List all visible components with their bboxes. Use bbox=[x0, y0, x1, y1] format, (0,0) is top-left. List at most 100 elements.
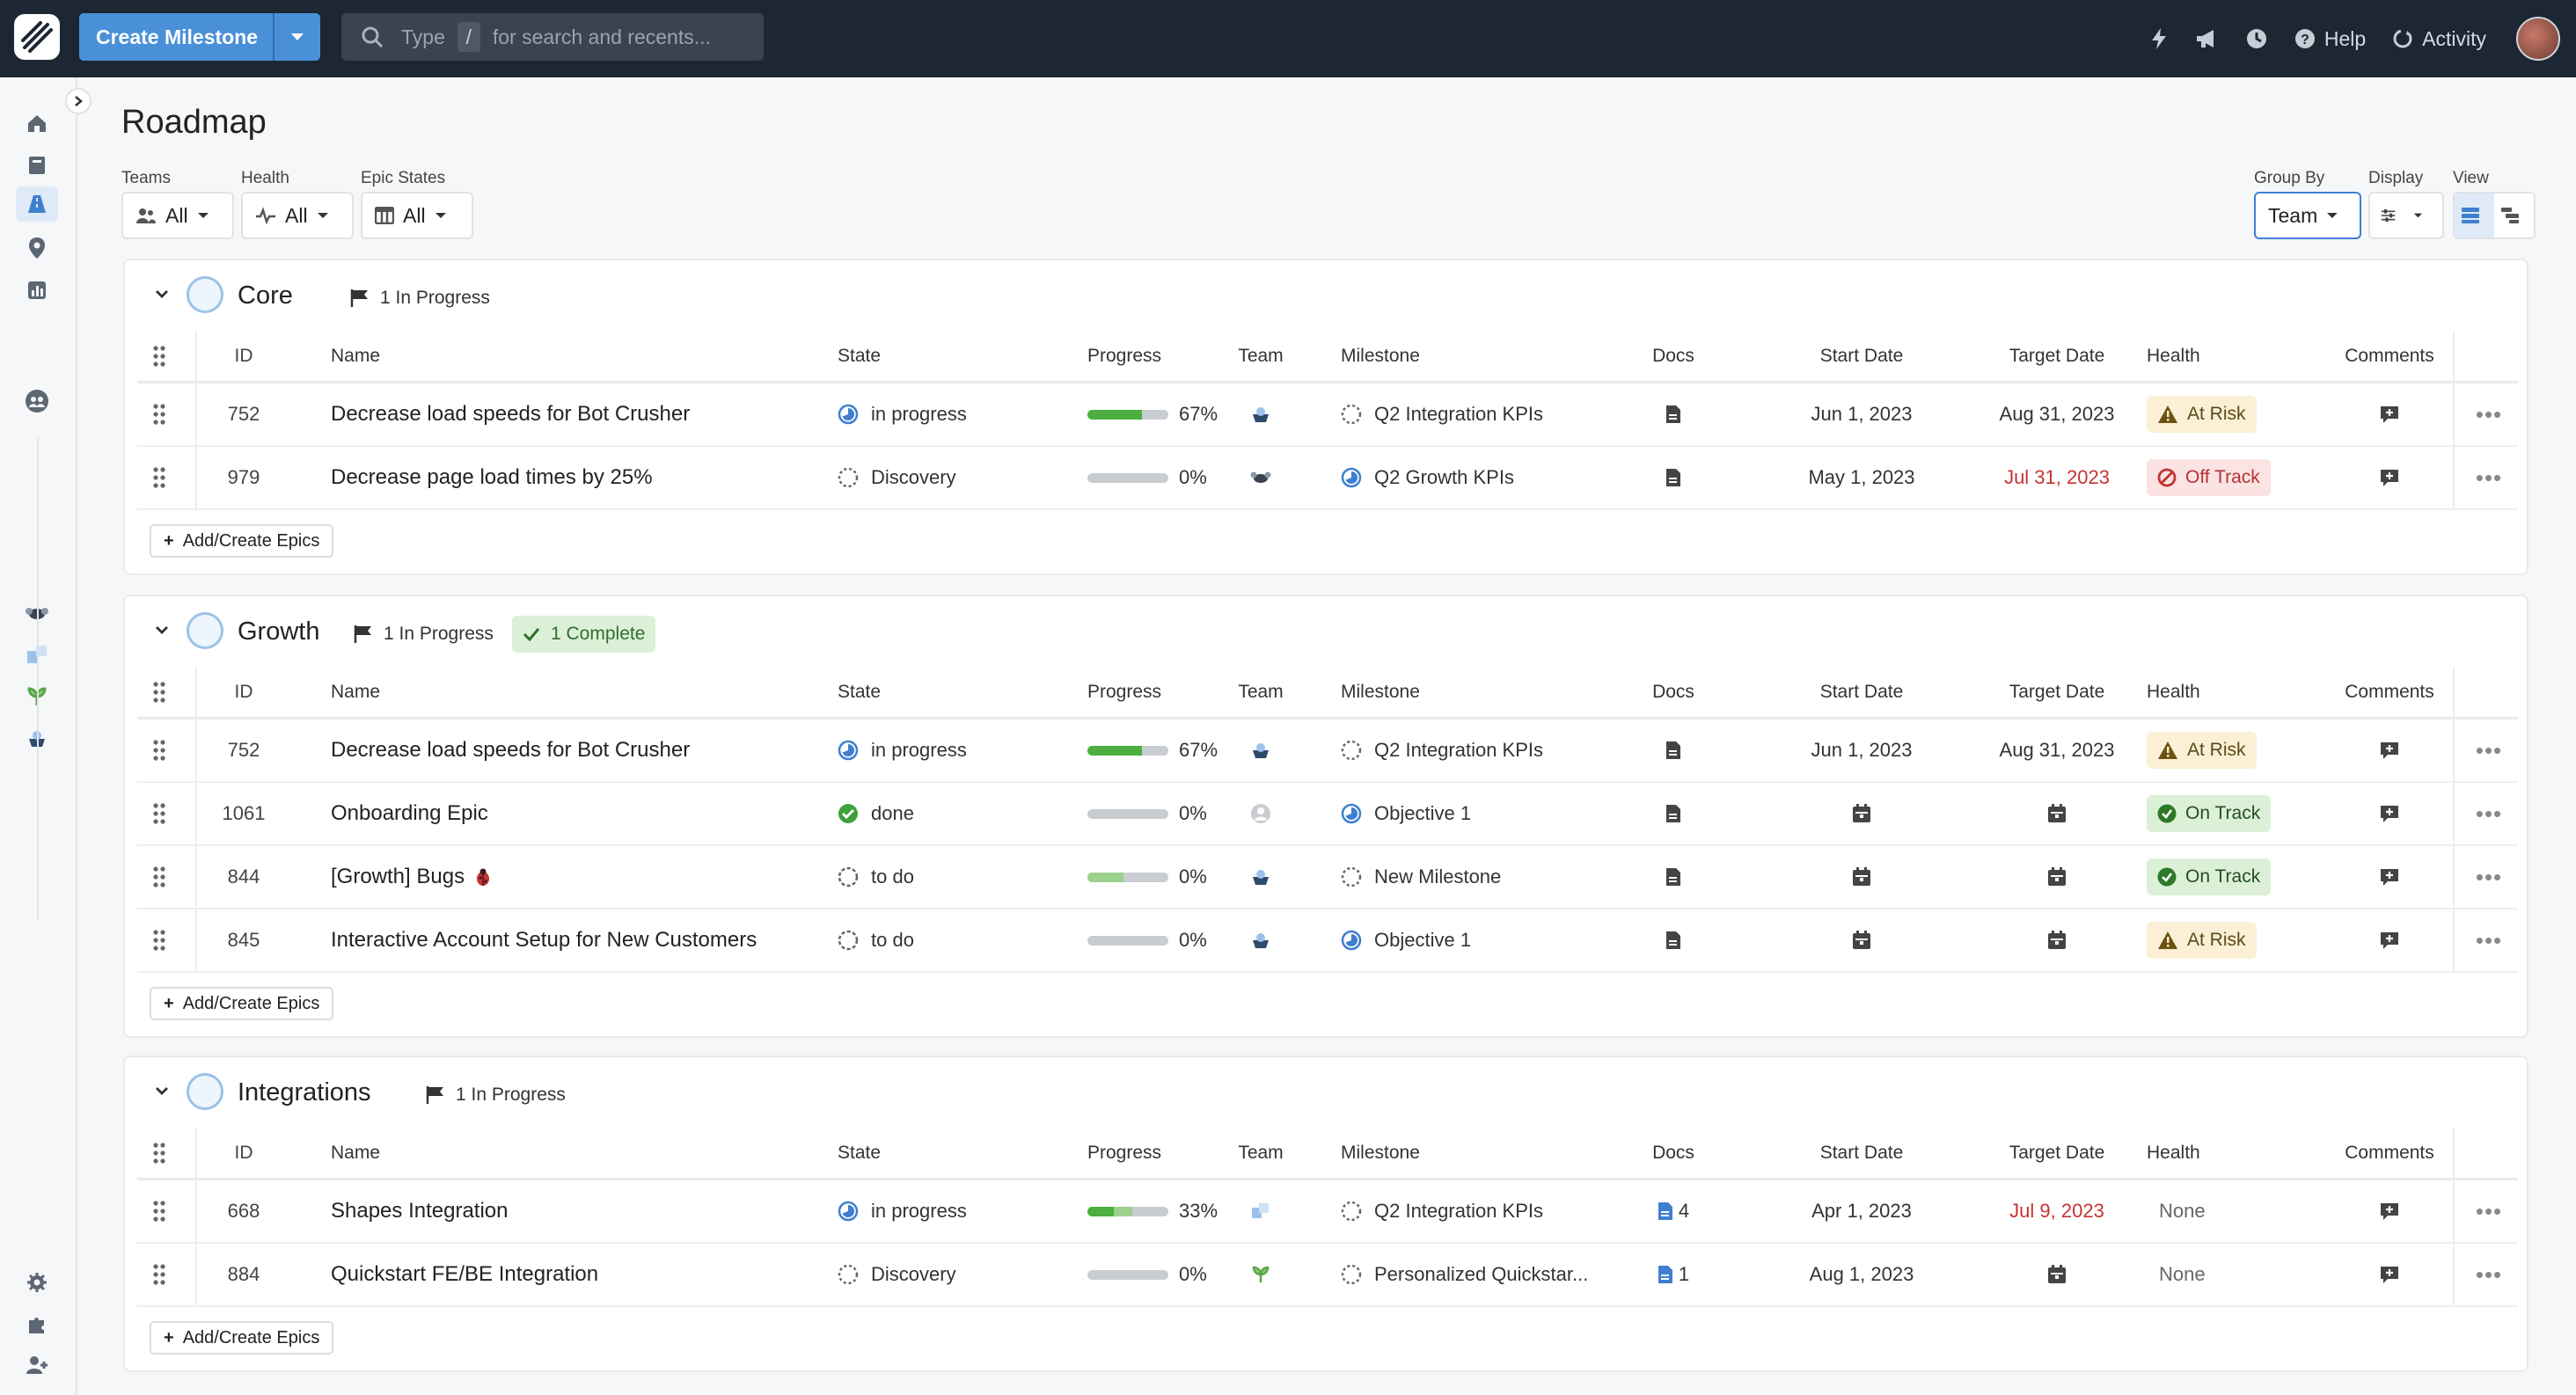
epic-id[interactable]: 845 bbox=[195, 909, 292, 971]
milestone-link[interactable]: Objective 1 bbox=[1341, 909, 1605, 971]
teams-filter-dropdown[interactable]: All bbox=[121, 192, 234, 239]
col-state[interactable]: State bbox=[838, 667, 1057, 717]
collapse-chevron-icon[interactable] bbox=[155, 623, 169, 639]
epic-id[interactable]: 1061 bbox=[195, 783, 292, 844]
epic-id[interactable]: 844 bbox=[195, 846, 292, 908]
megaphone-icon[interactable] bbox=[2194, 28, 2219, 49]
epic-id[interactable]: 979 bbox=[195, 447, 292, 508]
epic-id[interactable]: 884 bbox=[195, 1244, 292, 1305]
clock-icon[interactable] bbox=[2245, 27, 2268, 50]
state-dropdown[interactable]: in progress bbox=[838, 383, 1057, 445]
in-progress-badge[interactable]: 1 In Progress bbox=[426, 1077, 566, 1114]
milestone-link[interactable]: New Milestone bbox=[1341, 846, 1605, 908]
docs-cell[interactable] bbox=[1638, 447, 1709, 508]
target-date[interactable]: Jul 31, 2023 bbox=[2004, 466, 2110, 489]
health-badge[interactable]: At Risk bbox=[2147, 732, 2257, 769]
col-milestone[interactable]: Milestone bbox=[1341, 1128, 1605, 1178]
drag-handle-icon[interactable] bbox=[148, 667, 171, 717]
col-state[interactable]: State bbox=[838, 1128, 1057, 1178]
home-icon[interactable] bbox=[25, 111, 49, 135]
drag-handle-icon[interactable] bbox=[148, 1180, 171, 1242]
milestone-link[interactable]: Personalized Quickstar... bbox=[1341, 1244, 1605, 1305]
table-row[interactable]: 845 Interactive Account Setup for New Cus… bbox=[137, 909, 2518, 973]
col-name[interactable]: Name bbox=[331, 331, 823, 381]
more-options-icon[interactable]: ••• bbox=[2460, 447, 2518, 508]
drag-handle-icon[interactable] bbox=[148, 909, 171, 971]
drag-handle-icon[interactable] bbox=[148, 383, 171, 445]
start-date[interactable]: Aug 1, 2023 bbox=[1810, 1263, 1914, 1286]
milestone-link[interactable]: Q2 Integration KPIs bbox=[1341, 1180, 1605, 1242]
col-name[interactable]: Name bbox=[331, 667, 823, 717]
more-options-icon[interactable]: ••• bbox=[2460, 719, 2518, 781]
list-view-button[interactable] bbox=[2455, 194, 2494, 237]
col-progress[interactable]: Progress bbox=[1087, 331, 1246, 381]
health-badge[interactable]: At Risk bbox=[2147, 922, 2257, 959]
target-date[interactable]: Aug 31, 2023 bbox=[2000, 403, 2115, 426]
drag-handle-icon[interactable] bbox=[148, 331, 171, 381]
invite-user-icon[interactable] bbox=[25, 1353, 49, 1377]
col-milestone[interactable]: Milestone bbox=[1341, 667, 1605, 717]
state-dropdown[interactable]: Discovery bbox=[838, 447, 1057, 508]
drag-handle-icon[interactable] bbox=[148, 783, 171, 844]
docs-book-icon[interactable] bbox=[25, 153, 49, 178]
set-target-date-calendar-icon[interactable] bbox=[2047, 867, 2067, 887]
lightning-icon[interactable] bbox=[2150, 27, 2168, 50]
col-id[interactable]: ID bbox=[195, 1128, 292, 1178]
col-start-date[interactable]: Start Date bbox=[1765, 667, 1958, 717]
col-comments[interactable]: Comments bbox=[2310, 331, 2469, 381]
table-row[interactable]: 668 Shapes Integration in progress 33% Q2 In… bbox=[137, 1180, 2518, 1244]
add-create-epics-button[interactable]: + Add/Create Epics bbox=[150, 1321, 334, 1355]
add-comment-icon[interactable] bbox=[2310, 383, 2469, 445]
more-options-icon[interactable]: ••• bbox=[2460, 1180, 2518, 1242]
col-comments[interactable]: Comments bbox=[2310, 667, 2469, 717]
more-options-icon[interactable]: ••• bbox=[2460, 1244, 2518, 1305]
state-dropdown[interactable]: in progress bbox=[838, 1180, 1057, 1242]
search-input[interactable]: Type / for search and recents... bbox=[341, 13, 764, 61]
docs-cell[interactable] bbox=[1638, 846, 1709, 908]
health-badge[interactable]: Off Track bbox=[2147, 459, 2271, 496]
teams-icon[interactable] bbox=[25, 389, 49, 413]
more-options-icon[interactable]: ••• bbox=[2460, 783, 2518, 844]
display-options-dropdown[interactable] bbox=[2368, 192, 2444, 239]
location-pin-icon[interactable] bbox=[25, 236, 49, 260]
milestone-link[interactable]: Q2 Integration KPIs bbox=[1341, 719, 1605, 781]
activity-link[interactable]: Activity bbox=[2392, 27, 2486, 51]
col-id[interactable]: ID bbox=[195, 667, 292, 717]
docs-cell[interactable] bbox=[1638, 909, 1709, 971]
col-target-date[interactable]: Target Date bbox=[1960, 331, 2154, 381]
more-options-icon[interactable]: ••• bbox=[2460, 383, 2518, 445]
milestone-link[interactable]: Q2 Growth KPIs bbox=[1341, 447, 1605, 508]
set-target-date-calendar-icon[interactable] bbox=[2047, 931, 2067, 950]
state-dropdown[interactable]: done bbox=[838, 783, 1057, 844]
set-target-date-calendar-icon[interactable] bbox=[2047, 804, 2067, 823]
collapse-chevron-icon[interactable] bbox=[155, 1084, 169, 1099]
epic-name-link[interactable]: [Growth] Bugs bbox=[331, 846, 823, 908]
epic-id[interactable]: 668 bbox=[195, 1180, 292, 1242]
add-comment-icon[interactable] bbox=[2310, 447, 2469, 508]
docs-cell[interactable]: 1 bbox=[1638, 1244, 1709, 1305]
epic-name-link[interactable]: Decrease page load times by 25% bbox=[331, 447, 823, 508]
state-dropdown[interactable]: Discovery bbox=[838, 1244, 1057, 1305]
more-options-icon[interactable]: ••• bbox=[2460, 909, 2518, 971]
epic-name-link[interactable]: Shapes Integration bbox=[331, 1180, 823, 1242]
col-progress[interactable]: Progress bbox=[1087, 667, 1246, 717]
create-dropdown-caret-icon[interactable] bbox=[273, 13, 320, 61]
epic-id[interactable]: 752 bbox=[195, 719, 292, 781]
user-avatar[interactable] bbox=[2516, 17, 2560, 61]
sidebar-expand-button[interactable] bbox=[65, 88, 91, 114]
more-options-icon[interactable]: ••• bbox=[2460, 846, 2518, 908]
team-bowl-icon[interactable] bbox=[1228, 846, 1293, 908]
table-row[interactable]: 979 Decrease page load times by 25% Discov… bbox=[137, 447, 2518, 510]
roadmap-icon[interactable] bbox=[16, 186, 58, 222]
in-progress-badge[interactable]: 1 In Progress bbox=[350, 280, 490, 317]
create-milestone-button[interactable]: Create Milestone bbox=[79, 13, 320, 61]
table-row[interactable]: 1061 Onboarding Epic done 0% Objective 1 On T… bbox=[137, 783, 2518, 846]
integrations-puzzle-icon[interactable] bbox=[25, 1312, 49, 1337]
add-comment-icon[interactable] bbox=[2310, 783, 2469, 844]
add-comment-icon[interactable] bbox=[2310, 719, 2469, 781]
table-row[interactable]: 844 [Growth] Bugs to do 0% New Milestone On T… bbox=[137, 846, 2518, 909]
milestone-link[interactable]: Objective 1 bbox=[1341, 783, 1605, 844]
state-dropdown[interactable]: to do bbox=[838, 909, 1057, 971]
col-start-date[interactable]: Start Date bbox=[1765, 331, 1958, 381]
drag-handle-icon[interactable] bbox=[148, 1244, 171, 1305]
